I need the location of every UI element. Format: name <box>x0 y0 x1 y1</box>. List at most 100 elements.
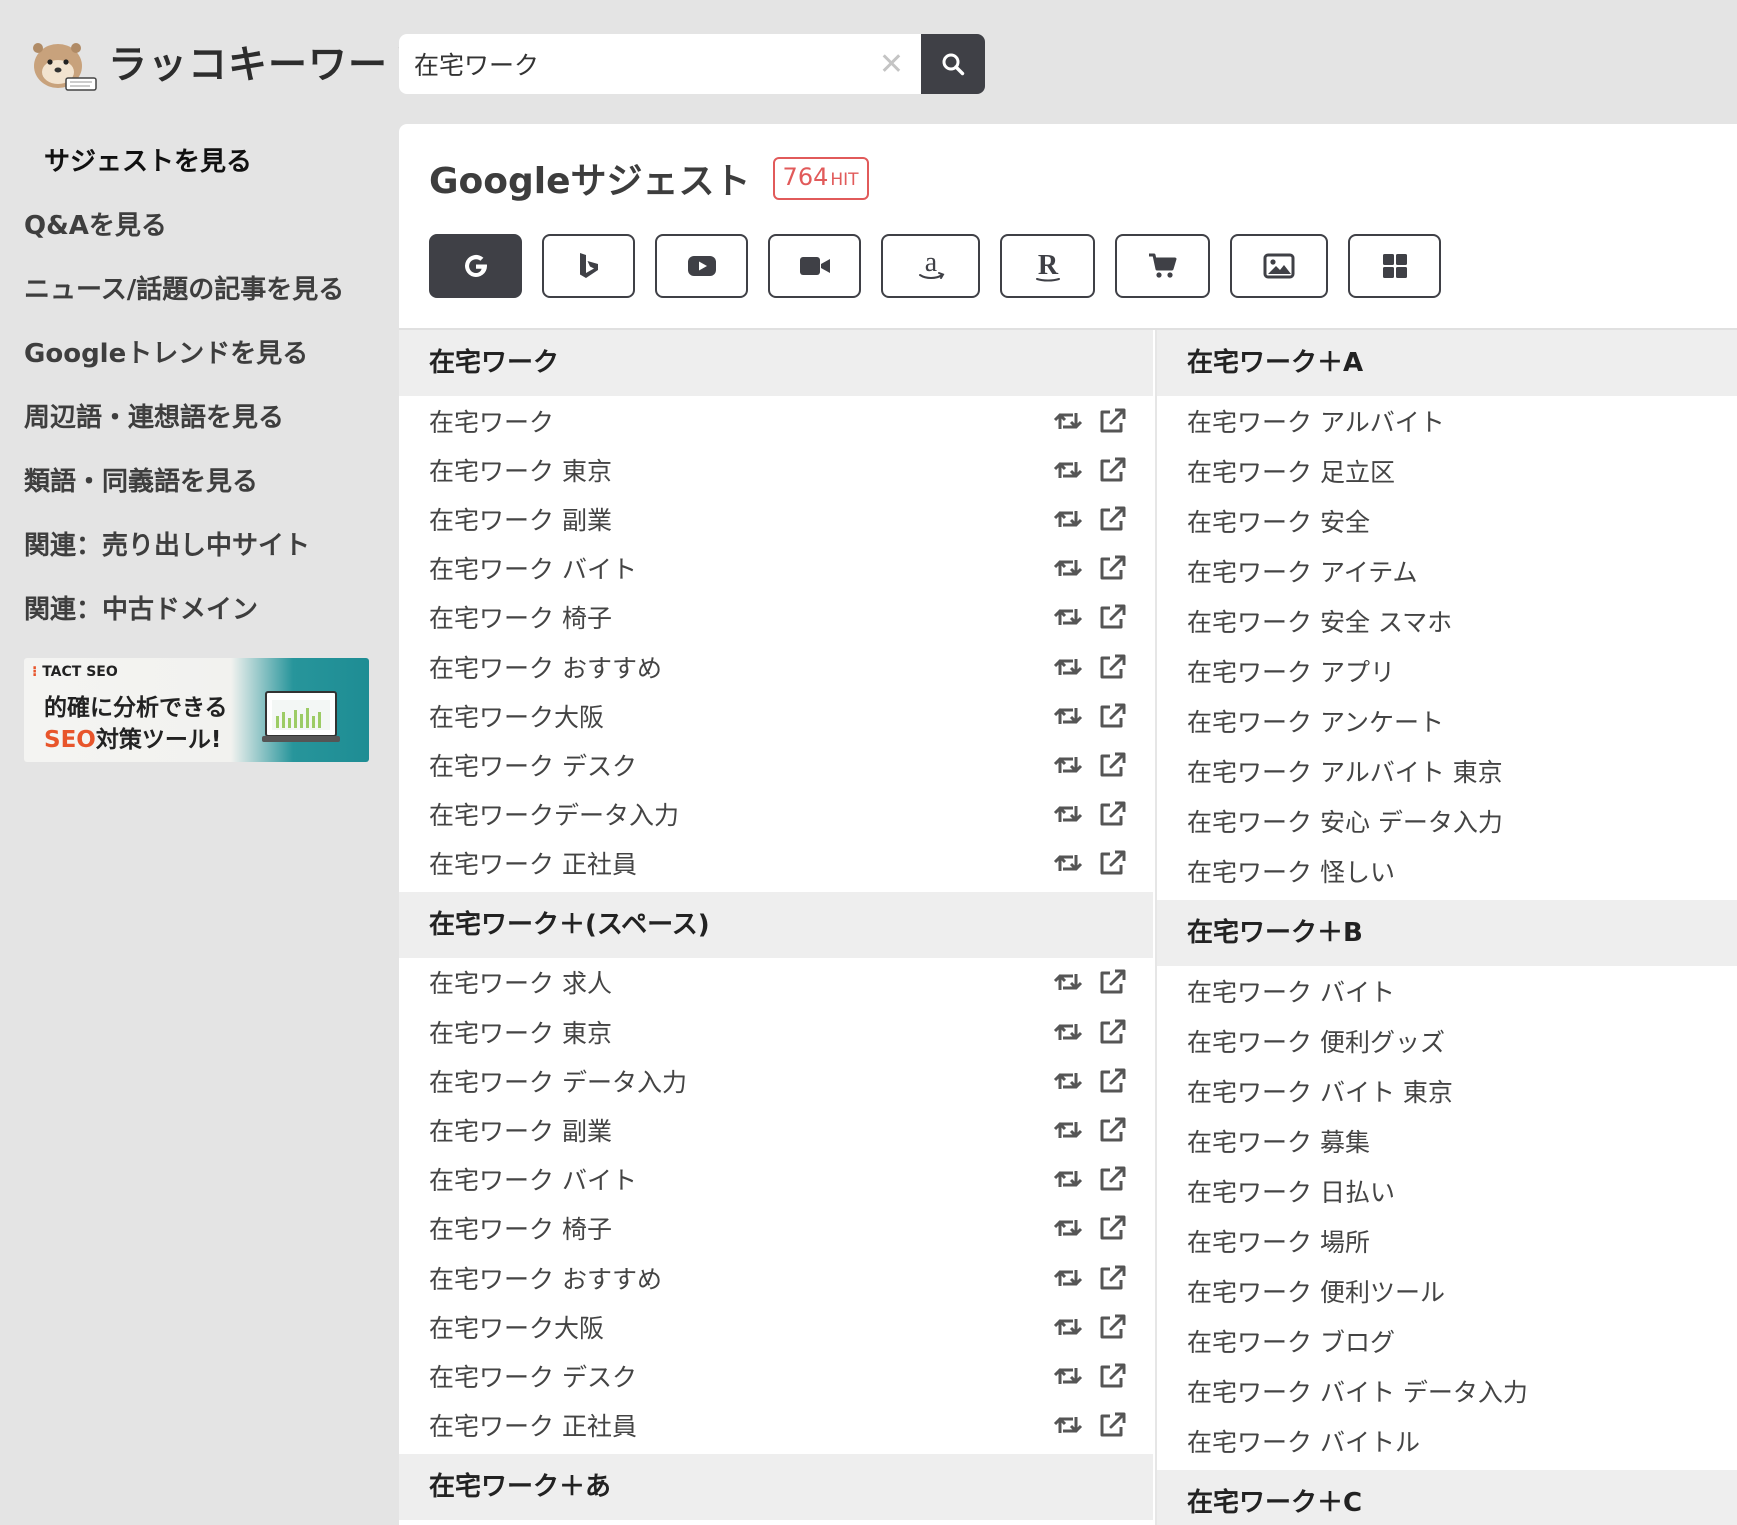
suggest-row[interactable]: 在宅ワーク デスク <box>399 1351 1153 1400</box>
resuggest-icon[interactable] <box>1053 751 1083 779</box>
suggest-row[interactable]: 在宅ワーク 日払い <box>1157 1166 1737 1216</box>
external-link-icon[interactable] <box>1097 653 1127 681</box>
suggest-row[interactable]: 在宅ワーク 安全 <box>1157 496 1737 546</box>
resuggest-icon[interactable] <box>1053 968 1083 996</box>
resuggest-icon[interactable] <box>1053 1313 1083 1341</box>
external-link-icon[interactable] <box>1097 1411 1127 1439</box>
external-link-icon[interactable] <box>1097 849 1127 877</box>
resuggest-icon[interactable] <box>1053 1067 1083 1095</box>
resuggest-icon[interactable] <box>1053 505 1083 533</box>
resuggest-icon[interactable] <box>1053 1165 1083 1193</box>
suggest-row[interactable]: 在宅ワーク 東京 <box>399 445 1153 494</box>
suggest-row[interactable]: 在宅ワーク 怪しい <box>1157 846 1737 896</box>
resuggest-icon[interactable] <box>1053 554 1083 582</box>
external-link-icon[interactable] <box>1097 554 1127 582</box>
tab-youtube[interactable] <box>655 234 748 298</box>
suggest-row[interactable]: 在宅ワーク アプリ <box>1157 646 1737 696</box>
suggest-row[interactable]: 在宅ワーク バイト <box>399 1155 1153 1204</box>
resuggest-icon[interactable] <box>1053 849 1083 877</box>
suggest-row[interactable]: 在宅ワーク データ入力 <box>399 1056 1153 1105</box>
external-link-icon[interactable] <box>1097 1214 1127 1242</box>
suggest-row[interactable]: 在宅ワーク バイト <box>1157 966 1737 1016</box>
external-link-icon[interactable] <box>1097 603 1127 631</box>
external-link-icon[interactable] <box>1097 702 1127 730</box>
suggest-row[interactable]: 在宅ワーク 正社員 <box>399 1401 1153 1450</box>
suggest-row[interactable]: 在宅ワーク 足立区 <box>1157 446 1737 496</box>
sidebar-item-suggest[interactable]: サジェストを見る <box>24 130 374 194</box>
tab-all[interactable] <box>1348 234 1441 298</box>
resuggest-icon[interactable] <box>1053 800 1083 828</box>
resuggest-icon[interactable] <box>1053 1411 1083 1439</box>
suggest-row[interactable]: 在宅ワーク <box>399 396 1153 445</box>
external-link-icon[interactable] <box>1097 751 1127 779</box>
external-link-icon[interactable] <box>1097 800 1127 828</box>
resuggest-icon[interactable] <box>1053 702 1083 730</box>
resuggest-icon[interactable] <box>1053 1018 1083 1046</box>
external-link-icon[interactable] <box>1097 1362 1127 1390</box>
sidebar-item-qa[interactable]: Q&Aを見る <box>24 194 374 258</box>
resuggest-icon[interactable] <box>1053 603 1083 631</box>
sidebar-item-news[interactable]: ニュース/話題の記事を見る <box>24 258 374 322</box>
suggest-row[interactable]: 在宅ワーク 正社員 <box>399 839 1153 888</box>
external-link-icon[interactable] <box>1097 1067 1127 1095</box>
suggest-row[interactable]: 在宅ワーク アイテム <box>1157 546 1737 596</box>
suggest-row[interactable]: 在宅ワーク デスク <box>399 740 1153 789</box>
suggest-row[interactable]: 在宅ワーク 副業 <box>399 1105 1153 1154</box>
suggest-row[interactable]: 在宅ワーク大阪 <box>399 1302 1153 1351</box>
suggest-row[interactable]: 在宅ワークデータ入力 <box>399 790 1153 839</box>
search-input[interactable] <box>414 49 879 79</box>
suggest-row[interactable]: 在宅ワーク バイトル <box>1157 1416 1737 1466</box>
suggest-row[interactable]: 在宅ワーク バイト <box>399 544 1153 593</box>
tab-bing[interactable] <box>542 234 635 298</box>
suggest-row[interactable]: 在宅ワーク おすすめ <box>399 1253 1153 1302</box>
suggest-row[interactable]: 在宅ワーク アルバイト <box>1157 396 1737 446</box>
tab-rakuten[interactable]: R <box>1000 234 1095 298</box>
sidebar-item-google-trends[interactable]: Googleトレンドを見る <box>24 322 374 386</box>
resuggest-icon[interactable] <box>1053 1362 1083 1390</box>
suggest-row[interactable]: 在宅ワーク ブログ <box>1157 1316 1737 1366</box>
tab-video[interactable] <box>768 234 861 298</box>
suggest-row[interactable]: 在宅ワーク 便利グッズ <box>1157 1016 1737 1066</box>
resuggest-icon[interactable] <box>1053 456 1083 484</box>
external-link-icon[interactable] <box>1097 1116 1127 1144</box>
suggest-row[interactable]: 在宅ワーク大阪 <box>399 691 1153 740</box>
resuggest-icon[interactable] <box>1053 653 1083 681</box>
suggest-row[interactable]: 在宅ワーク 安全 スマホ <box>1157 596 1737 646</box>
resuggest-icon[interactable] <box>1053 1264 1083 1292</box>
tab-image[interactable] <box>1230 234 1328 298</box>
sidebar-item-related-words[interactable]: 周辺語・連想語を見る <box>24 386 374 450</box>
suggest-row[interactable]: 在宅ワーク 椅子 <box>399 1204 1153 1253</box>
suggest-row[interactable]: 在宅ワーク おすすめ <box>399 642 1153 691</box>
suggest-row[interactable]: 在宅ワーク 副業 <box>399 494 1153 543</box>
external-link-icon[interactable] <box>1097 1018 1127 1046</box>
sidebar-item-sites-for-sale[interactable]: 関連：売り出し中サイト <box>24 514 374 578</box>
suggest-row[interactable]: 在宅ワーク 便利ツール <box>1157 1266 1737 1316</box>
external-link-icon[interactable] <box>1097 505 1127 533</box>
search-button[interactable] <box>921 34 985 94</box>
external-link-icon[interactable] <box>1097 1165 1127 1193</box>
app-logo[interactable]: ラッコキーワード <box>24 30 428 94</box>
external-link-icon[interactable] <box>1097 456 1127 484</box>
tab-amazon[interactable]: a <box>881 234 980 298</box>
resuggest-icon[interactable] <box>1053 1214 1083 1242</box>
suggest-row[interactable]: 在宅ワーク 募集 <box>1157 1116 1737 1166</box>
suggest-row[interactable]: 在宅ワーク 安心 データ入力 <box>1157 796 1737 846</box>
sidebar-item-used-domains[interactable]: 関連：中古ドメイン <box>24 578 374 642</box>
suggest-row[interactable]: 在宅ワーク 椅子 <box>399 593 1153 642</box>
clear-icon[interactable]: ✕ <box>879 47 904 82</box>
tab-google[interactable] <box>429 234 522 298</box>
tact-seo-banner[interactable]: ⁝ TACT SEO 的確に分析できる SEO対策ツール! <box>24 658 369 762</box>
resuggest-icon[interactable] <box>1053 1116 1083 1144</box>
suggest-row[interactable]: 在宅ワーク 求人 <box>399 958 1153 1007</box>
suggest-row[interactable]: 在宅ワーク アンケート <box>1157 696 1737 746</box>
external-link-icon[interactable] <box>1097 1264 1127 1292</box>
suggest-row[interactable]: 在宅ワーク バイト 東京 <box>1157 1066 1737 1116</box>
resuggest-icon[interactable] <box>1053 407 1083 435</box>
suggest-row[interactable]: 在宅ワーク アルバイト 東京 <box>1157 746 1737 796</box>
suggest-row[interactable]: 在宅ワーク バイト データ入力 <box>1157 1366 1737 1416</box>
suggest-row[interactable]: 在宅ワーク 場所 <box>1157 1216 1737 1266</box>
suggest-row[interactable]: 在宅ワーク 東京 <box>399 1007 1153 1056</box>
external-link-icon[interactable] <box>1097 1313 1127 1341</box>
sidebar-item-synonyms[interactable]: 類語・同義語を見る <box>24 450 374 514</box>
external-link-icon[interactable] <box>1097 968 1127 996</box>
